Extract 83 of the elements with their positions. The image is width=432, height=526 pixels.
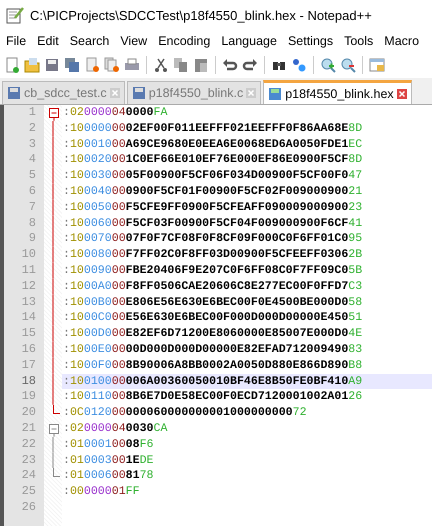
line-number: 16: [20, 342, 37, 358]
hex-record-line: :100110008B6E7D0E58EC00F0ECD7120001002A0126: [62, 389, 364, 406]
line-number: 18: [20, 374, 37, 390]
hex-record-line: :1000A000F8FF0506CAE20606C8E277EC00F0FFD7C3: [62, 278, 364, 295]
line-number: 10: [20, 247, 37, 263]
line-number: 14: [20, 310, 37, 326]
hex-record-line: :00000001FF: [62, 484, 141, 500]
hex-record-line: :100040000900F5CF01F00900F5CF02F00900090021: [62, 184, 364, 200]
menu-item[interactable]: Edit: [31, 34, 64, 48]
hex-record-line: :1000E00000D000D000D00000E82EFAD71200949083: [62, 342, 364, 358]
line-number: 4: [28, 152, 37, 168]
save-icon: [132, 86, 146, 100]
hex-record-line: :1000C000E56E630E6BEC00F000D000D00000E45051: [62, 310, 364, 326]
line-number: 19: [20, 389, 37, 406]
hex-record-line: :0C01200000006000000000100000000072: [62, 405, 308, 421]
save-icon[interactable]: [44, 57, 60, 73]
close-all-icon[interactable]: [104, 57, 120, 73]
new-file-icon[interactable]: [4, 57, 20, 73]
hex-record-line: :1000700007F0F7CF08F0F8CF09F000C0F6FF01C095: [62, 231, 364, 248]
paste-icon[interactable]: [193, 57, 209, 73]
line-number: 13: [20, 294, 37, 310]
hex-record-line: :1000F0008B90006A8BB0002A0050D880E866D890B8: [62, 358, 364, 374]
hex-record-line: :10001000A69CE9680E0EEA6E0068ED6A0050FDE1EC: [62, 136, 364, 152]
line-number: 9: [28, 231, 37, 248]
line-number: 25: [20, 484, 37, 500]
hex-record-line: :100020001C0EF66E010EF76E000EF86E0900F5CF8D: [62, 152, 364, 168]
line-number: 20: [20, 405, 37, 421]
line-number: 2: [28, 120, 37, 137]
folder-icon[interactable]: [24, 57, 40, 73]
window-icon[interactable]: [369, 57, 385, 73]
line-number: 3: [28, 136, 37, 152]
replace-icon[interactable]: [291, 57, 307, 73]
menu-item[interactable]: Settings: [282, 34, 338, 48]
menu-item[interactable]: View: [114, 34, 152, 48]
hex-record-line: :10008000F7FF02C0F8FF03D00900F5CFEEFF03062B: [62, 247, 364, 263]
hex-record-line: :1000300005F00900F5CF06F034D00900F5CF00F047: [62, 168, 364, 184]
hex-record-line: :10005000F5CFE9FF0900F5CFEAFF09000900090023: [62, 200, 364, 216]
close-icon[interactable]: [396, 88, 407, 98]
line-number: 24: [20, 468, 37, 484]
menu-item[interactable]: File: [0, 34, 32, 48]
line-number: 21: [20, 420, 37, 437]
close-file-icon[interactable]: [84, 57, 100, 73]
hex-record-line: :10009000FBE20406F9E207C0F6FF08C0F7FF09C05B: [62, 262, 364, 279]
menu-item[interactable]: Tools: [338, 34, 378, 48]
line-number: 17: [20, 358, 37, 374]
hex-record-line: :010006008178: [62, 468, 154, 484]
line-number: 1: [28, 105, 37, 121]
save-all-icon[interactable]: [64, 57, 80, 73]
menu-item[interactable]: Encoding: [152, 34, 216, 48]
hex-record-line: :1000000002EF00F011EEFFF021EEFFF0F86AA68E8D: [62, 120, 364, 137]
notepad-icon: [6, 6, 24, 24]
window-title: C:\PICProjects\SDCCTest\p18f4550_blink.hex - Notepad++: [30, 8, 372, 22]
print-icon[interactable]: [124, 57, 140, 73]
file-tab[interactable]: p18f4550_blink.hex: [263, 80, 412, 104]
line-number: 8: [28, 216, 37, 232]
line-number: 15: [20, 326, 37, 342]
save-icon: [268, 86, 282, 100]
hex-record-line: :10006000F5CF03F00900F5CF04F009000900F6CF41: [62, 216, 364, 232]
line-number: 26: [20, 500, 37, 516]
line-number: 7: [28, 200, 37, 216]
hex-record-line: :1000B000E806E56E630E6BEC00F0E4500BE000D058: [62, 294, 364, 310]
menu-item[interactable]: Search: [64, 34, 114, 48]
line-number: 12: [20, 278, 37, 295]
undo-icon[interactable]: [222, 57, 238, 73]
menu-item[interactable]: Language: [215, 34, 282, 48]
hex-record-line: :010003001EDE: [62, 452, 154, 468]
line-number: 23: [20, 452, 37, 468]
copy-icon[interactable]: [173, 57, 189, 73]
zoom-in-icon[interactable]: [320, 57, 336, 73]
line-number: 5: [28, 168, 37, 184]
save-icon: [7, 86, 21, 100]
zoom-out-icon[interactable]: [340, 57, 356, 73]
line-number: 22: [20, 436, 37, 453]
hex-record-line: :020000040030CA: [62, 420, 168, 437]
fold-collapse-icon[interactable]: [48, 105, 58, 121]
line-number: 6: [28, 184, 37, 200]
line-number: 11: [20, 262, 37, 279]
redo-icon[interactable]: [242, 57, 258, 73]
hex-record-line: :1000D000E82EF6D71200E8060000E85007E000D04E: [62, 326, 364, 342]
scissors-icon[interactable]: [153, 57, 169, 73]
hex-record-line: :020000040000FA: [62, 105, 168, 121]
hex-record-line: :0100010008F6: [62, 436, 154, 453]
menu-item[interactable]: Macro: [378, 34, 424, 48]
